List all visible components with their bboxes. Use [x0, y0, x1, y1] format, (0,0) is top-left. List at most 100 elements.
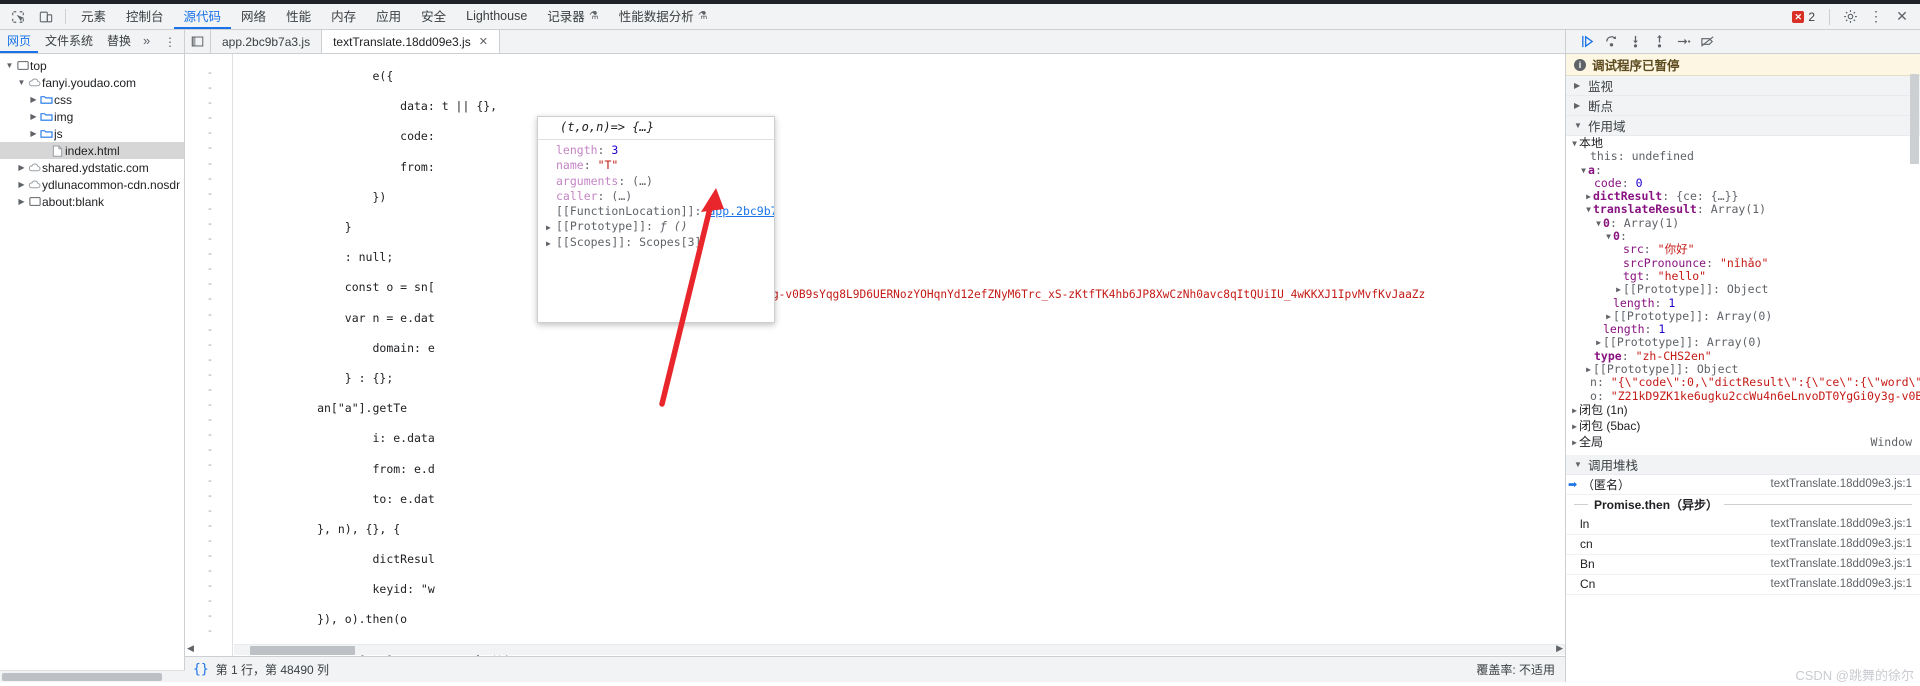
- tab-security[interactable]: 安全: [411, 4, 456, 29]
- step-icon[interactable]: [1672, 32, 1694, 52]
- tab-memory[interactable]: 内存: [321, 4, 366, 29]
- chevron-right-icon[interactable]: ▶: [1574, 81, 1583, 90]
- fold-marker[interactable]: -: [203, 157, 217, 172]
- fold-marker[interactable]: -: [203, 368, 217, 383]
- fold-marker[interactable]: -: [203, 172, 217, 187]
- chevron-right-icon[interactable]: ▶: [1604, 310, 1613, 323]
- scope-row-proto-3[interactable]: ▶ [[Prototype]]: Array(0): [1566, 336, 1920, 349]
- editor-tab-texttranslate[interactable]: textTranslate.18dd09e3.js ✕: [322, 30, 500, 53]
- fold-marker[interactable]: -: [203, 534, 217, 549]
- navigator-horizontal-scrollbar[interactable]: [0, 670, 185, 682]
- tab-network[interactable]: 网络: [231, 4, 276, 29]
- fold-marker[interactable]: -: [203, 292, 217, 307]
- scope-row-proto-2[interactable]: ▶ [[Prototype]]: Array(0): [1566, 310, 1920, 323]
- tab-lighthouse[interactable]: Lighthouse: [456, 4, 537, 29]
- chevron-down-icon[interactable]: ▼: [4, 61, 15, 70]
- scope-row-n[interactable]: n: "{\"code\":0,\"dictResult\":{\"ce\":{…: [1566, 376, 1920, 389]
- call-stack-row-cn2[interactable]: Cn textTranslate.18dd09e3.js:1: [1566, 575, 1920, 595]
- scrollbar-thumb[interactable]: [1910, 74, 1919, 164]
- call-stack-row-bn[interactable]: Bn textTranslate.18dd09e3.js:1: [1566, 555, 1920, 575]
- scope-row-proto-1[interactable]: ▶ [[Prototype]]: Object: [1566, 283, 1920, 296]
- tab-recorder[interactable]: 记录器 ⚗: [537, 4, 608, 29]
- tree-node-ydlunacommon[interactable]: ▶ ydlunacommon-cdn.nosdn.127.n: [0, 176, 184, 193]
- fold-marker[interactable]: -: [203, 413, 217, 428]
- scope-row-this[interactable]: this: undefined: [1566, 150, 1920, 163]
- tab-performance[interactable]: 性能: [276, 4, 321, 29]
- scope-row-global[interactable]: ▶ 全局 Window: [1566, 435, 1920, 451]
- fold-marker[interactable]: -: [203, 232, 217, 247]
- fold-marker[interactable]: -: [203, 96, 217, 111]
- chevron-right-icon[interactable]: ▶: [16, 163, 27, 172]
- inspect-icon[interactable]: [4, 4, 32, 29]
- section-call-stack[interactable]: ▼ 调用堆栈: [1566, 454, 1920, 475]
- fold-marker[interactable]: -: [203, 609, 217, 624]
- chevron-down-icon[interactable]: ▼: [1604, 230, 1613, 243]
- device-toggle-icon[interactable]: [32, 4, 60, 29]
- scrollbar-thumb[interactable]: [250, 646, 355, 655]
- section-breakpoints[interactable]: ▶ 断点: [1566, 96, 1920, 116]
- fold-marker[interactable]: -: [203, 519, 217, 534]
- chevron-right-icon[interactable]: ▶: [1584, 363, 1593, 376]
- scroll-left-icon[interactable]: ◀: [187, 643, 194, 654]
- chevron-down-icon[interactable]: ▼: [1584, 203, 1593, 216]
- call-stack-row-cn[interactable]: cn textTranslate.18dd09e3.js:1: [1566, 535, 1920, 555]
- chevron-down-icon[interactable]: ▼: [1579, 164, 1588, 177]
- fold-marker[interactable]: -: [203, 247, 217, 262]
- tree-node-css[interactable]: ▶ css: [0, 91, 184, 108]
- fold-marker[interactable]: -: [203, 187, 217, 202]
- editor-vertical-scrollbar[interactable]: [1554, 54, 1565, 644]
- fold-marker[interactable]: -: [203, 458, 217, 473]
- scope-row-a[interactable]: ▼ a:: [1566, 164, 1920, 177]
- tree-node-img[interactable]: ▶ img: [0, 108, 184, 125]
- chevron-right-icon[interactable]: ▶: [1570, 436, 1579, 449]
- error-count-badge[interactable]: ✕ 2: [1789, 9, 1821, 25]
- scope-row-code[interactable]: code: 0: [1566, 177, 1920, 190]
- fold-marker[interactable]: -: [203, 504, 217, 519]
- function-location-link[interactable]: app.2bc9b7a3.js:1: [708, 204, 774, 219]
- tab-performance-insights[interactable]: 性能数据分析 ⚗: [609, 4, 718, 29]
- fold-marker[interactable]: -: [203, 594, 217, 609]
- editor-horizontal-scrollbar[interactable]: [234, 644, 1565, 655]
- chevron-right-icon[interactable]: ▶: [1614, 283, 1623, 296]
- fold-marker[interactable]: -: [203, 141, 217, 156]
- fold-marker[interactable]: -: [203, 474, 217, 489]
- scope-row-type[interactable]: type: "zh-CHS2en": [1566, 350, 1920, 363]
- scope-row-length-2[interactable]: length: 1: [1566, 323, 1920, 336]
- popup-row-scopes[interactable]: ▶ [[Scopes]]: Scopes[3]: [546, 235, 768, 251]
- tab-application[interactable]: 应用: [366, 4, 411, 29]
- scope-row-src[interactable]: src: "你好": [1566, 243, 1920, 256]
- fold-marker[interactable]: [203, 54, 217, 66]
- step-over-icon[interactable]: [1600, 32, 1622, 52]
- kebab-icon[interactable]: ⋮: [1864, 6, 1888, 28]
- pretty-print-icon[interactable]: {}: [193, 662, 209, 677]
- call-stack-row-ln[interactable]: ln textTranslate.18dd09e3.js:1: [1566, 515, 1920, 535]
- fold-marker[interactable]: -: [203, 262, 217, 277]
- chevron-down-icon[interactable]: ▼: [16, 78, 27, 87]
- fold-marker[interactable]: -: [203, 66, 217, 81]
- tab-elements[interactable]: 元素: [71, 4, 116, 29]
- sidebar-vertical-scrollbar[interactable]: [1909, 54, 1920, 682]
- chevron-right-icon[interactable]: ▶: [16, 197, 27, 206]
- fold-marker[interactable]: -: [203, 443, 217, 458]
- fold-marker[interactable]: -: [203, 323, 217, 338]
- fold-marker[interactable]: -: [203, 579, 217, 594]
- chevron-down-icon[interactable]: ▼: [1574, 121, 1583, 130]
- popup-row-arguments[interactable]: arguments: (…): [556, 174, 768, 189]
- scope-row-o[interactable]: o: "Z21kD9ZK1ke6ugku2ccWu4n6eLnvoDT0YgGi…: [1566, 390, 1920, 403]
- scrollbar-thumb[interactable]: [2, 673, 162, 681]
- step-out-icon[interactable]: [1648, 32, 1670, 52]
- scope-row-arr0[interactable]: ▼ 0: Array(1): [1566, 217, 1920, 230]
- popup-row-caller[interactable]: caller: (…): [556, 189, 768, 204]
- nav-tab-overrides[interactable]: 替换: [100, 30, 138, 53]
- scope-row-length-1[interactable]: length: 1: [1566, 297, 1920, 310]
- tree-node-index-html[interactable]: index.html: [0, 142, 184, 159]
- popup-row-length[interactable]: length: 3: [556, 143, 768, 158]
- resume-icon[interactable]: [1576, 32, 1598, 52]
- fold-marker[interactable]: -: [203, 549, 217, 564]
- popup-row-name[interactable]: name: "T": [556, 158, 768, 173]
- close-icon[interactable]: ✕: [479, 35, 488, 48]
- navigator-kebab-icon[interactable]: ⋮: [156, 30, 184, 53]
- chevron-right-icon[interactable]: ▶: [28, 95, 39, 104]
- popup-row-prototype[interactable]: ▶ [[Prototype]]: ƒ (): [546, 219, 768, 235]
- fold-marker[interactable]: -: [203, 489, 217, 504]
